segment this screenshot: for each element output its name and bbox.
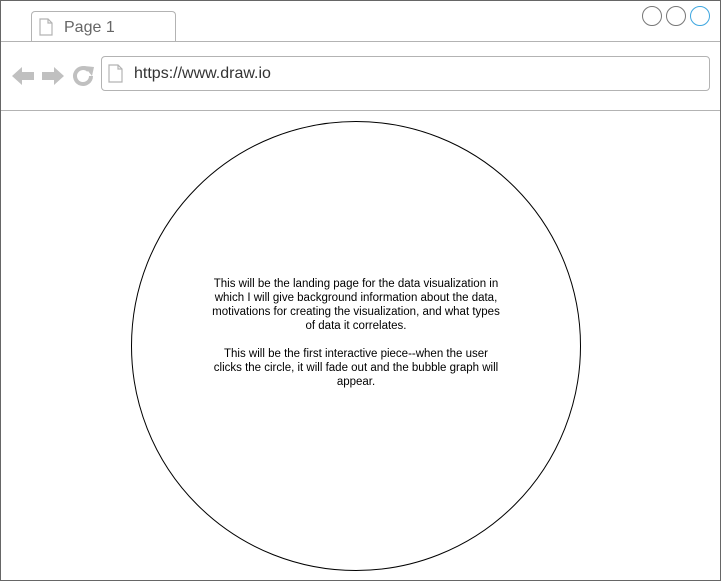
browser-window: Page 1 https://www.draw.io This will be …	[0, 0, 721, 581]
window-button-1[interactable]	[642, 6, 662, 26]
circle-paragraph-interaction: This will be the first interactive piece…	[213, 348, 499, 388]
arrow-left-icon[interactable]	[11, 64, 35, 88]
navigation-bar: https://www.draw.io	[1, 42, 720, 111]
arrow-right-icon[interactable]	[41, 64, 65, 88]
page-content: This will be the landing page for the da…	[1, 111, 720, 580]
tab-label: Page 1	[64, 19, 115, 36]
document-icon	[108, 64, 123, 83]
window-button-2[interactable]	[666, 6, 686, 26]
document-icon	[39, 18, 53, 36]
window-controls	[642, 6, 718, 28]
tab-page-1[interactable]: Page 1	[31, 11, 176, 41]
circle-description: This will be the landing page for the da…	[211, 277, 501, 403]
tab-strip: Page 1	[1, 1, 720, 42]
window-button-3[interactable]	[690, 6, 710, 26]
url-text: https://www.draw.io	[134, 65, 271, 82]
address-bar[interactable]: https://www.draw.io	[101, 56, 710, 91]
circle-paragraph-intro: This will be the landing page for the da…	[212, 278, 500, 332]
refresh-icon[interactable]	[71, 64, 95, 88]
